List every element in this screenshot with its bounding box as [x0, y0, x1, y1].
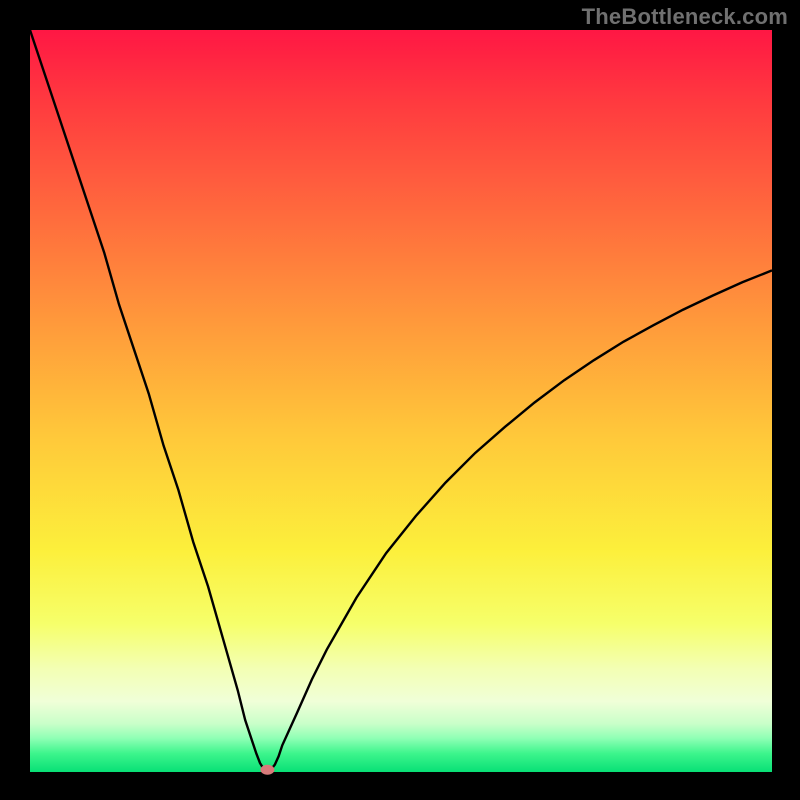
chart-frame: TheBottleneck.com — [0, 0, 800, 800]
optimal-point-marker — [260, 765, 274, 775]
plot-background — [30, 30, 772, 772]
bottleneck-plot — [0, 0, 800, 800]
watermark-text: TheBottleneck.com — [582, 4, 788, 30]
